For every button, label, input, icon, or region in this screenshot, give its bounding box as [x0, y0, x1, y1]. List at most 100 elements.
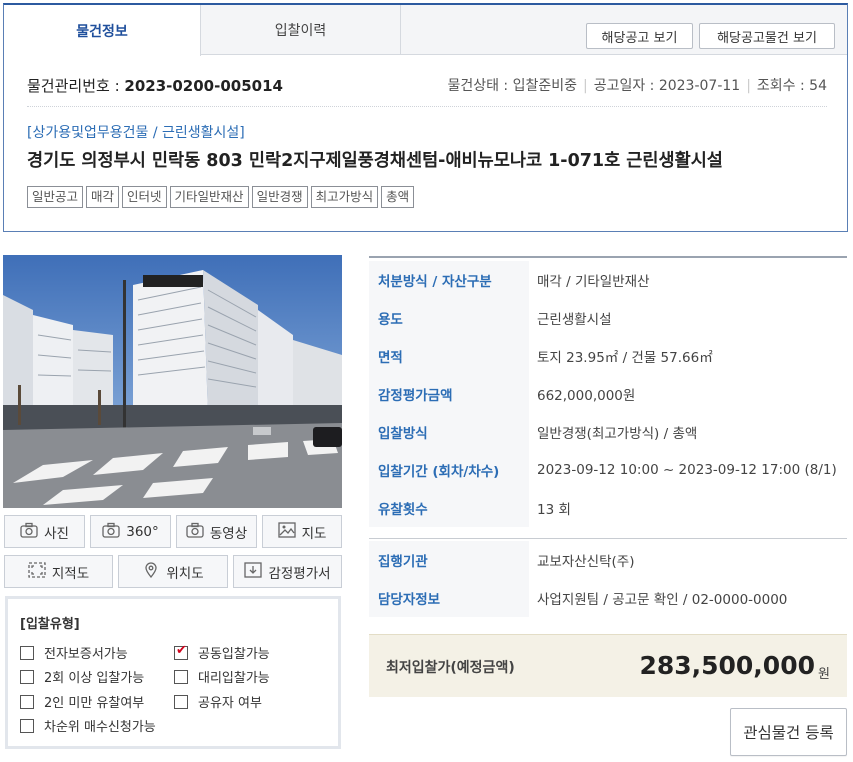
info-row: 감정평가금액 662,000,000원 — [369, 375, 847, 413]
option-label: 공유자 여부 — [198, 696, 262, 711]
item-status: 물건상태 : 입찰준비중 — [447, 78, 577, 94]
option-label: 2회 이상 입찰가능 — [44, 671, 145, 686]
tag: 최고가방식 — [310, 186, 379, 208]
option-joint-bid[interactable]: 공동입찰가능 — [174, 643, 270, 662]
tag: 매각 — [86, 186, 120, 208]
checkbox[interactable] — [20, 718, 34, 733]
360-view-button-label: 360° — [126, 523, 159, 540]
info-label: 감정평가금액 — [369, 375, 529, 413]
checkbox[interactable] — [174, 694, 188, 709]
info-row: 입찰기간 (회차/차수) 2023-09-12 10:00 ~ 2023-09-1… — [369, 451, 847, 489]
camera-icon — [186, 522, 204, 542]
view-count: 조회수 : 54 — [756, 78, 827, 94]
info-label: 담당자정보 — [369, 579, 529, 617]
option-proxy-bid[interactable]: 대리입찰가능 — [174, 667, 270, 686]
download-icon — [244, 561, 263, 582]
option-under-two-fail[interactable]: 2인 미만 유찰여부 — [20, 692, 144, 711]
info-row: 면적 토지 23.95㎡ / 건물 57.66㎡ — [369, 337, 847, 375]
info-label: 집행기관 — [369, 541, 529, 579]
info-value: 매각 / 기타일반재산 — [537, 274, 650, 290]
view-notice-button[interactable]: 해당공고 보기 — [586, 23, 693, 49]
meta-row: 물건관리번호 : 2023-0200-005014 물건상태 : 입찰준비중 | 공… — [27, 75, 827, 97]
info-value: 일반경쟁(최고가방식) / 총액 — [537, 426, 698, 442]
camera-icon — [20, 522, 38, 542]
checkbox[interactable] — [20, 694, 34, 709]
management-number-value: 2023-0200-005014 — [124, 77, 283, 95]
add-to-watchlist-button[interactable]: 관심물건 등록 — [730, 708, 847, 756]
tag: 기타일반재산 — [169, 186, 249, 208]
info-label: 용도 — [369, 299, 529, 337]
management-number: 물건관리번호 : 2023-0200-005014 — [27, 75, 283, 96]
meta-info: 물건상태 : 입찰준비중 | 공고일자 : 2023-07-11 | 조회수 : 54 — [447, 75, 827, 95]
photo-button-label: 사진 — [44, 525, 69, 542]
appraisal-report-button-label: 감정평가서 — [268, 565, 331, 582]
info-value: 교보자산신탁(주) — [537, 554, 635, 570]
info-value: 2023-09-12 10:00 ~ 2023-09-12 17:00 (8/1… — [537, 462, 837, 478]
option-electronic-guarantee[interactable]: 전자보증서가능 — [20, 643, 128, 662]
min-bid-price-box: 최저입찰가(예정금액) 283,500,000 원 — [369, 634, 847, 697]
cadastral-map-button-label: 지적도 — [51, 565, 90, 582]
tag: 인터넷 — [122, 186, 167, 208]
min-bid-price-value: 283,500,000 — [639, 651, 815, 680]
location-map-button[interactable]: 위치도 — [118, 555, 228, 588]
map-button-label: 지도 — [301, 525, 327, 542]
tab-item-info[interactable]: 물건정보 — [4, 5, 201, 56]
tab-bar: 물건정보 입찰이력 해당공고 보기 해당공고물건 보기 — [4, 5, 847, 56]
bid-type-box: [입찰유형] 전자보증서가능 공동입찰가능 2회 이상 입찰가능 대리입찰가능 … — [5, 596, 341, 749]
info-row: 유찰횟수 13 회 — [369, 489, 847, 527]
option-label: 차순위 매수신청가능 — [44, 720, 156, 735]
checkbox[interactable] — [20, 645, 34, 660]
min-bid-price-label: 최저입찰가(예정금액) — [386, 660, 515, 676]
info-value: 662,000,000원 — [537, 388, 636, 404]
tab-bid-history[interactable]: 입찰이력 — [201, 5, 401, 55]
notice-date: 공고일자 : 2023-07-11 — [593, 78, 741, 94]
location-pin-icon — [142, 561, 160, 582]
item-info-table: 처분방식 / 자산구분 매각 / 기타일반재산 용도 근린생활시설 면적 토지 23.… — [369, 256, 847, 621]
option-label: 2인 미만 유찰여부 — [44, 696, 145, 711]
checkbox[interactable] — [20, 669, 34, 684]
cadastral-map-button[interactable]: 지적도 — [4, 555, 113, 588]
option-label: 대리입찰가능 — [198, 671, 270, 686]
info-row: 담당자정보 사업지원팀 / 공고문 확인 / 02-0000-0000 — [369, 579, 847, 617]
info-label: 처분방식 / 자산구분 — [369, 261, 529, 299]
bid-type-title: [입찰유형] — [20, 617, 80, 632]
image-icon — [277, 521, 296, 542]
item-title: 경기도 의정부시 민락동 803 민락2지구제일풍경채센텀-애비뉴모나코 1-0… — [27, 151, 723, 171]
360-view-button[interactable]: 360° — [90, 515, 171, 548]
info-row: 용도 근린생활시설 — [369, 299, 847, 337]
option-label: 공동입찰가능 — [198, 647, 270, 662]
item-summary-card: 물건정보 입찰이력 해당공고 보기 해당공고물건 보기 물건관리번호 : 202… — [3, 3, 848, 232]
map-button[interactable]: 지도 — [262, 515, 342, 548]
separator: | — [746, 78, 751, 94]
appraisal-report-button[interactable]: 감정평가서 — [233, 555, 342, 588]
video-button[interactable]: 동영상 — [176, 515, 257, 548]
view-notice-items-button[interactable]: 해당공고물건 보기 — [699, 23, 835, 49]
divider — [27, 106, 827, 107]
info-label: 유찰횟수 — [369, 489, 529, 527]
option-multiple-bids[interactable]: 2회 이상 입찰가능 — [20, 667, 144, 686]
info-value: 13 회 — [537, 502, 571, 518]
location-map-button-label: 위치도 — [166, 565, 204, 582]
separator: | — [582, 78, 588, 94]
tag: 총액 — [381, 186, 415, 208]
info-label: 면적 — [369, 337, 529, 375]
checkbox-checked[interactable] — [174, 643, 188, 660]
option-label: 전자보증서가능 — [44, 647, 128, 662]
info-value: 사업지원팀 / 공고문 확인 / 02-0000-0000 — [537, 592, 788, 608]
photo-button[interactable]: 사진 — [4, 515, 85, 548]
tag: 일반공고 — [27, 186, 84, 208]
option-co-owner[interactable]: 공유자 여부 — [174, 692, 262, 711]
info-divider — [369, 538, 847, 539]
item-category: [상가용및업무용건물 / 근린생활시설] — [27, 125, 245, 141]
tag: 일반경쟁 — [251, 186, 308, 208]
option-second-rank[interactable]: 차순위 매수신청가능 — [20, 716, 156, 735]
info-value: 근린생활시설 — [537, 312, 612, 328]
expand-icon — [28, 561, 46, 582]
management-number-label: 물건관리번호 : — [27, 77, 125, 95]
info-label: 입찰기간 (회차/차수) — [369, 451, 529, 489]
video-button-label: 동영상 — [209, 525, 248, 542]
checkbox[interactable] — [174, 669, 188, 684]
property-photo[interactable] — [3, 255, 342, 508]
camera-icon — [102, 522, 120, 542]
min-bid-price-unit: 원 — [818, 667, 830, 682]
